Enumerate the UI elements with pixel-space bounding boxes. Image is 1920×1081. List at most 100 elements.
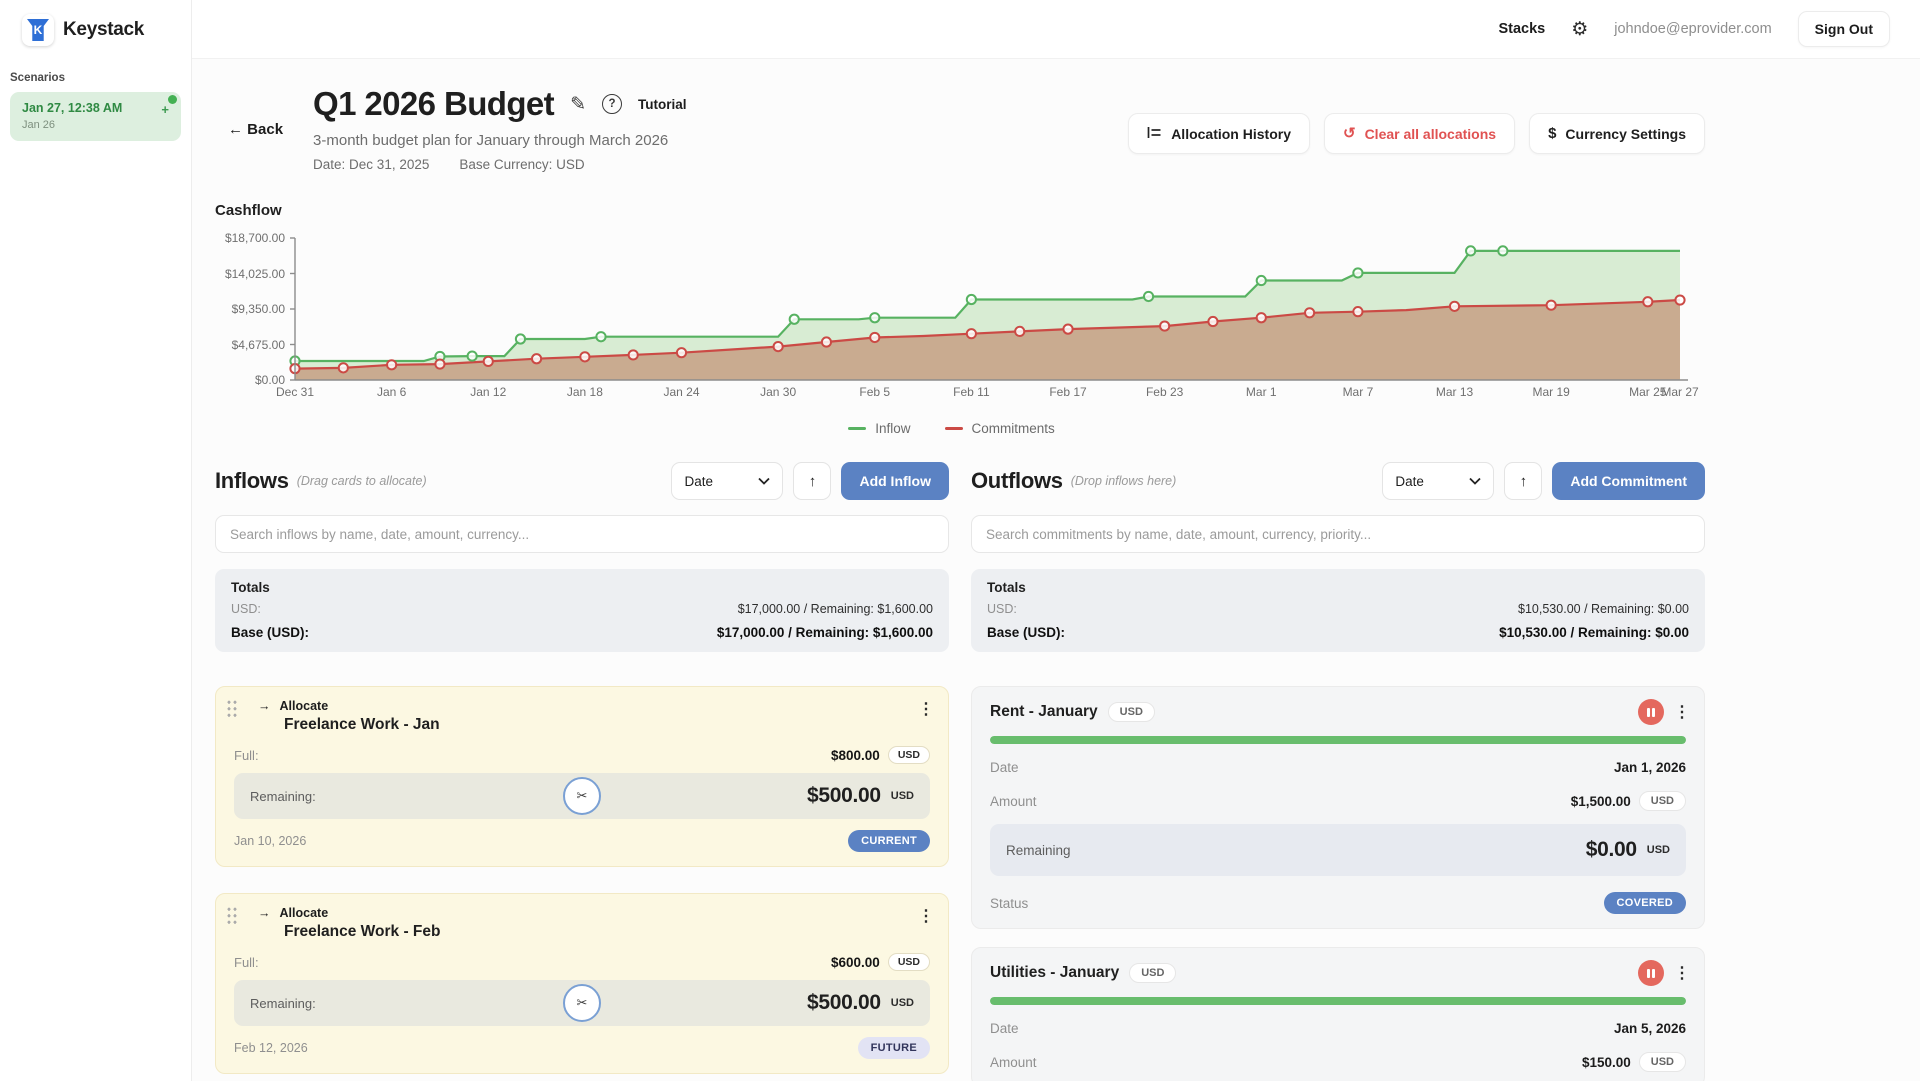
back-arrow-icon: ← <box>228 121 243 138</box>
data-point <box>822 337 831 346</box>
inflows-search-input[interactable] <box>215 515 949 553</box>
pause-icon <box>1647 708 1650 717</box>
topbar: Stacks ⚙ johndoe@eprovider.com Sign Out <box>0 0 1920 59</box>
data-point <box>967 329 976 338</box>
inflows-sort-select[interactable]: Date <box>671 462 783 500</box>
outflows-search-input[interactable] <box>971 515 1705 553</box>
help-icon[interactable]: ? <box>602 94 622 114</box>
legend-inflow-label: Inflow <box>875 421 910 436</box>
totals-base-value: $10,530.00 / Remaining: $0.00 <box>1499 625 1689 640</box>
split-scissors-button[interactable]: ✂ <box>563 984 601 1022</box>
data-point <box>870 333 879 342</box>
drag-handle-icon[interactable] <box>226 906 238 925</box>
add-commitment-button[interactable]: Add Commitment <box>1552 462 1705 500</box>
page-header: ← Back Q1 2026 Budget ✎ ? Tutorial 3-mon… <box>215 85 1705 172</box>
keystack-logo-icon: K <box>22 14 54 46</box>
scenario-add-icon[interactable]: + <box>161 102 169 117</box>
legend-commitments-label: Commitments <box>972 421 1055 436</box>
tutorial-link[interactable]: Tutorial <box>638 97 687 112</box>
chevron-down-icon <box>758 477 770 485</box>
gear-icon[interactable]: ⚙ <box>1571 20 1588 39</box>
amount-value: $150.00 <box>1582 1055 1631 1070</box>
drag-handle-icon[interactable] <box>226 699 238 718</box>
date-label: Date <box>990 1021 1019 1036</box>
x-axis-tick: Jan 18 <box>567 385 603 399</box>
data-point <box>1353 268 1362 277</box>
outflow-card-title: Rent - January <box>990 703 1098 721</box>
inflows-sort-direction-button[interactable]: ↑ <box>793 462 831 500</box>
allocate-action[interactable]: → Allocate <box>258 906 930 920</box>
undo-icon: ↺ <box>1343 126 1356 141</box>
sign-out-button[interactable]: Sign Out <box>1798 11 1890 47</box>
allocate-label: Allocate <box>280 699 329 713</box>
page-subtitle: 3-month budget plan for January through … <box>313 132 1128 149</box>
currency-settings-button[interactable]: $ Currency Settings <box>1529 113 1705 154</box>
outflows-sort-direction-button[interactable]: ↑ <box>1504 462 1542 500</box>
inflow-date: Jan 10, 2026 <box>234 834 306 848</box>
data-point <box>596 332 605 341</box>
totals-heading: Totals <box>987 580 1689 595</box>
x-axis-tick: Mar 27 <box>1661 385 1698 399</box>
amount-label: Amount <box>990 1055 1037 1070</box>
inflow-card[interactable]: ⋮ → Allocate Freelance Work - Jan Full: … <box>215 686 949 867</box>
full-amount: $800.00 <box>831 748 880 763</box>
currency-pill: USD <box>1129 963 1176 983</box>
data-point <box>629 350 638 359</box>
clear-all-allocations-button[interactable]: ↺ Clear all allocations <box>1324 113 1515 154</box>
allocation-history-button[interactable]: Allocation History <box>1128 113 1310 154</box>
scenario-item[interactable]: Jan 27, 12:38 AM Jan 26 + <box>10 92 181 141</box>
nav-stacks-link[interactable]: Stacks <box>1498 21 1545 37</box>
outflows-sort-select[interactable]: Date <box>1382 462 1494 500</box>
data-point <box>435 359 444 368</box>
data-point <box>1063 325 1072 334</box>
inflows-sort-value: Date <box>684 474 713 489</box>
y-axis-tick: $18,700.00 <box>215 231 285 245</box>
remaining-amount: $500.00 <box>807 991 881 1015</box>
kebab-menu-icon[interactable]: ⋮ <box>918 906 934 926</box>
remaining-band: Remaining: ✂ $500.00 USD <box>234 773 930 819</box>
pause-icon <box>1647 969 1650 978</box>
totals-usd-value: $10,530.00 / Remaining: $0.00 <box>1518 602 1689 616</box>
x-axis-tick: Mar 1 <box>1246 385 1277 399</box>
data-point <box>1015 327 1024 336</box>
totals-base-label: Base (USD): <box>231 625 309 640</box>
inflows-panel: Inflows (Drag cards to allocate) Date ↑ … <box>215 462 949 1081</box>
currency-settings-label: Currency Settings <box>1565 126 1686 142</box>
currency-pill: USD <box>1639 791 1686 811</box>
data-point <box>1144 292 1153 301</box>
x-axis-tick: Feb 11 <box>953 385 989 399</box>
x-axis-tick: Jan 30 <box>760 385 796 399</box>
outflow-card[interactable]: Utilities - January USD ⋮ Date Jan 5, 20… <box>971 947 1705 1081</box>
data-point <box>1643 297 1652 306</box>
outflows-panel: Outflows (Drop inflows here) Date ↑ Add … <box>971 462 1705 1081</box>
amount-label: Amount <box>990 794 1037 809</box>
outflow-card[interactable]: Rent - January USD ⋮ Date Jan 1, 2026 Am… <box>971 686 1705 929</box>
back-button[interactable]: ← Back <box>228 121 283 172</box>
y-axis-tick: $0.00 <box>215 373 285 387</box>
data-point <box>1208 317 1217 326</box>
data-point <box>339 363 348 372</box>
add-inflow-button[interactable]: Add Inflow <box>841 462 949 500</box>
inflows-hint: (Drag cards to allocate) <box>297 474 427 488</box>
data-point <box>532 354 541 363</box>
kebab-menu-icon[interactable]: ⋮ <box>1674 963 1690 983</box>
app-logo[interactable]: K Keystack <box>0 0 191 46</box>
pause-button[interactable] <box>1638 960 1664 986</box>
outflow-card-title: Utilities - January <box>990 964 1119 982</box>
plan-date: Date: Dec 31, 2025 <box>313 157 429 172</box>
coverage-progress-bar <box>990 736 1686 744</box>
totals-usd-label: USD: <box>987 602 1017 616</box>
outflows-totals: Totals USD: $10,530.00 / Remaining: $0.0… <box>971 569 1705 652</box>
legend-item-commitments: Commitments <box>945 421 1055 436</box>
main-content: ← Back Q1 2026 Budget ✎ ? Tutorial 3-mon… <box>192 59 1920 1081</box>
edit-title-icon[interactable]: ✎ <box>570 93 586 116</box>
split-scissors-button[interactable]: ✂ <box>563 777 601 815</box>
kebab-menu-icon[interactable]: ⋮ <box>1674 702 1690 722</box>
inflow-card[interactable]: ⋮ → Allocate Freelance Work - Feb Full: … <box>215 893 949 1074</box>
clear-all-label: Clear all allocations <box>1365 126 1497 142</box>
kebab-menu-icon[interactable]: ⋮ <box>918 699 934 719</box>
remaining-band: Remaining $0.00 USD <box>990 824 1686 876</box>
pause-button[interactable] <box>1638 699 1664 725</box>
sidebar: K Keystack Scenarios Jan 27, 12:38 AM Ja… <box>0 0 192 1081</box>
allocate-action[interactable]: → Allocate <box>258 699 930 713</box>
